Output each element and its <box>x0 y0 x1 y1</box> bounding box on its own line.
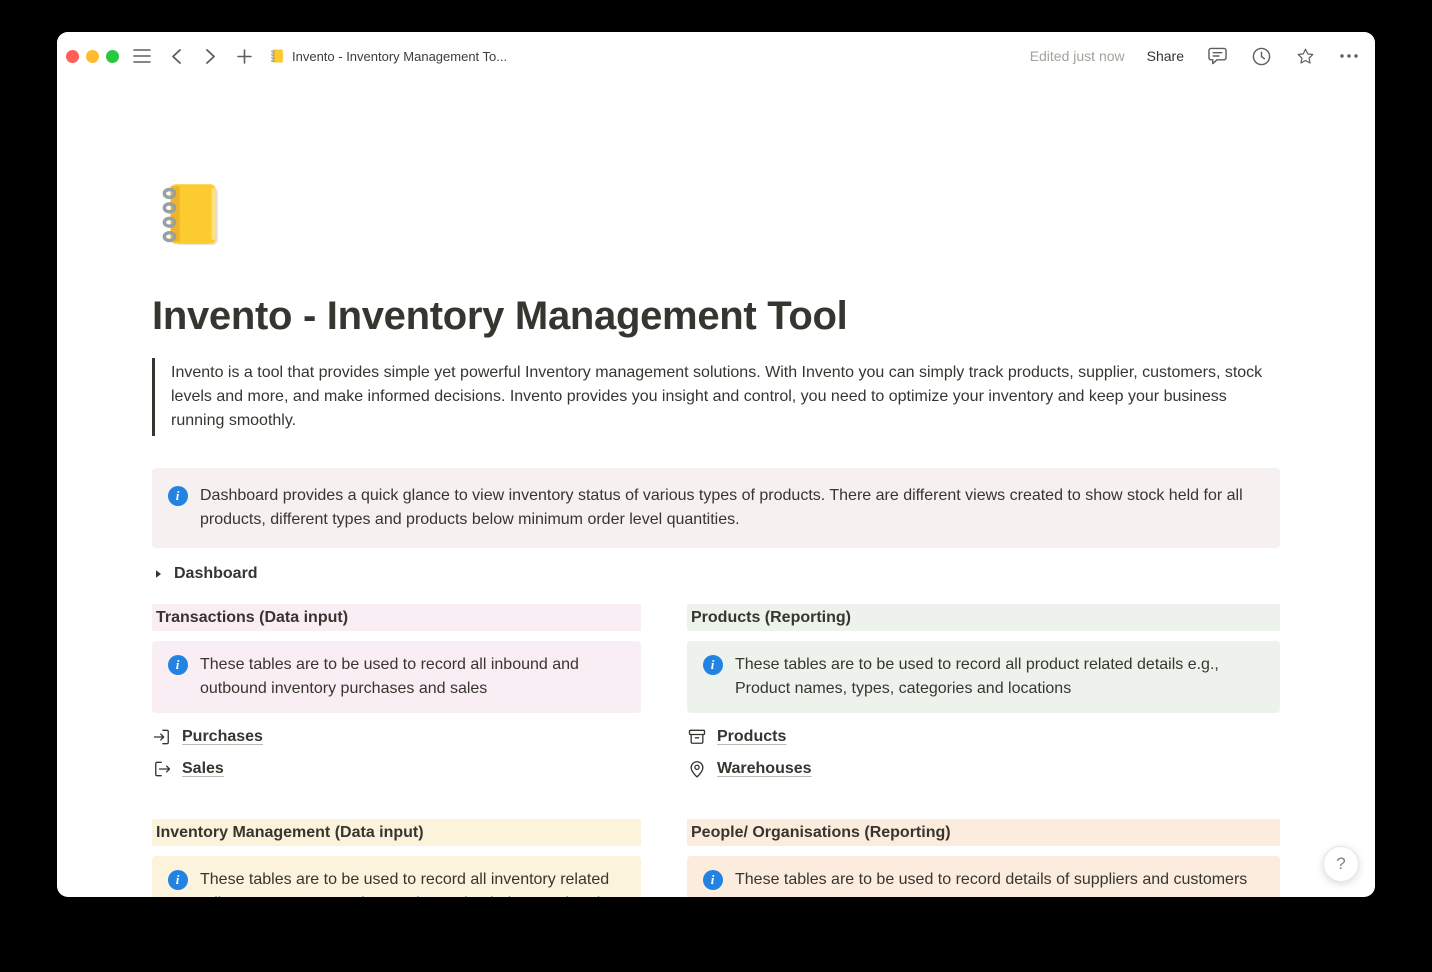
share-button[interactable]: Share <box>1147 48 1184 64</box>
minimize-button[interactable] <box>86 50 99 63</box>
page-scroll-area[interactable]: Invento - Inventory Management Tool Inve… <box>57 80 1375 897</box>
link-sales[interactable]: Sales <box>152 753 641 785</box>
current-page-tab[interactable]: Invento - Inventory Management To... <box>269 48 507 64</box>
new-tab-icon[interactable] <box>233 45 255 67</box>
archive-box-icon <box>687 727 707 747</box>
transactions-heading: Transactions (Data input) <box>152 604 641 631</box>
dashboard-toggle[interactable]: Dashboard <box>152 560 1280 588</box>
forward-icon[interactable] <box>199 45 221 67</box>
link-products-label: Products <box>717 728 786 746</box>
app-window: Invento - Inventory Management To... Edi… <box>57 32 1375 897</box>
sidebar-menu-icon[interactable] <box>131 45 153 67</box>
link-warehouses[interactable]: Warehouses <box>687 753 1280 785</box>
products-heading: Products (Reporting) <box>687 604 1280 631</box>
link-purchases[interactable]: Purchases <box>152 721 641 753</box>
products-callout-text: These tables are to be used to record al… <box>735 653 1264 701</box>
people-column: People/ Organisations (Reporting) i Thes… <box>687 819 1280 897</box>
toggle-triangle-icon <box>152 568 164 580</box>
transactions-callout-text: These tables are to be used to record al… <box>200 653 625 701</box>
more-options-icon[interactable] <box>1338 45 1360 67</box>
favorite-star-icon[interactable] <box>1294 45 1316 67</box>
inventory-callout: i These tables are to be used to record … <box>152 856 641 897</box>
history-icon[interactable] <box>1250 45 1272 67</box>
zoom-button[interactable] <box>106 50 119 63</box>
link-purchases-label: Purchases <box>182 728 263 746</box>
inventory-heading: Inventory Management (Data input) <box>152 819 641 846</box>
inventory-callout-text: These tables are to be used to record al… <box>200 868 625 897</box>
transactions-callout: i These tables are to be used to record … <box>152 641 641 713</box>
dashboard-toggle-label: Dashboard <box>174 565 258 583</box>
info-icon: i <box>703 655 723 675</box>
page-notebook-icon[interactable] <box>152 177 226 251</box>
import-icon <box>152 727 172 747</box>
close-button[interactable] <box>66 50 79 63</box>
transactions-column: Transactions (Data input) i These tables… <box>152 604 641 785</box>
titlebar: Invento - Inventory Management To... Edi… <box>57 32 1375 80</box>
back-icon[interactable] <box>165 45 187 67</box>
comments-icon[interactable] <box>1206 45 1228 67</box>
info-icon: i <box>168 486 188 506</box>
link-warehouses-label: Warehouses <box>717 760 812 778</box>
notebook-emoji-icon <box>269 48 285 64</box>
dashboard-callout-text: Dashboard provides a quick glance to vie… <box>200 484 1264 532</box>
people-heading: People/ Organisations (Reporting) <box>687 819 1280 846</box>
window-controls <box>66 50 119 63</box>
info-icon: i <box>168 870 188 890</box>
window-title: Invento - Inventory Management To... <box>292 49 507 64</box>
export-icon <box>152 759 172 779</box>
products-callout: i These tables are to be used to record … <box>687 641 1280 713</box>
page-title: Invento - Inventory Management Tool <box>152 292 1280 340</box>
location-pin-icon <box>687 759 707 779</box>
edited-status: Edited just now <box>1030 48 1125 64</box>
help-button[interactable]: ? <box>1323 846 1359 882</box>
titlebar-actions: Edited just now Share <box>1030 45 1360 67</box>
inventory-column: Inventory Management (Data input) i Thes… <box>152 819 641 897</box>
intro-quote: Invento is a tool that provides simple y… <box>152 358 1280 436</box>
link-products[interactable]: Products <box>687 721 1280 753</box>
dashboard-callout: i Dashboard provides a quick glance to v… <box>152 468 1280 548</box>
info-icon: i <box>703 870 723 890</box>
link-sales-label: Sales <box>182 760 224 778</box>
info-icon: i <box>168 655 188 675</box>
people-callout: i These tables are to be used to record … <box>687 856 1280 897</box>
products-column: Products (Reporting) i These tables are … <box>687 604 1280 785</box>
people-callout-text: These tables are to be used to record de… <box>735 868 1247 892</box>
